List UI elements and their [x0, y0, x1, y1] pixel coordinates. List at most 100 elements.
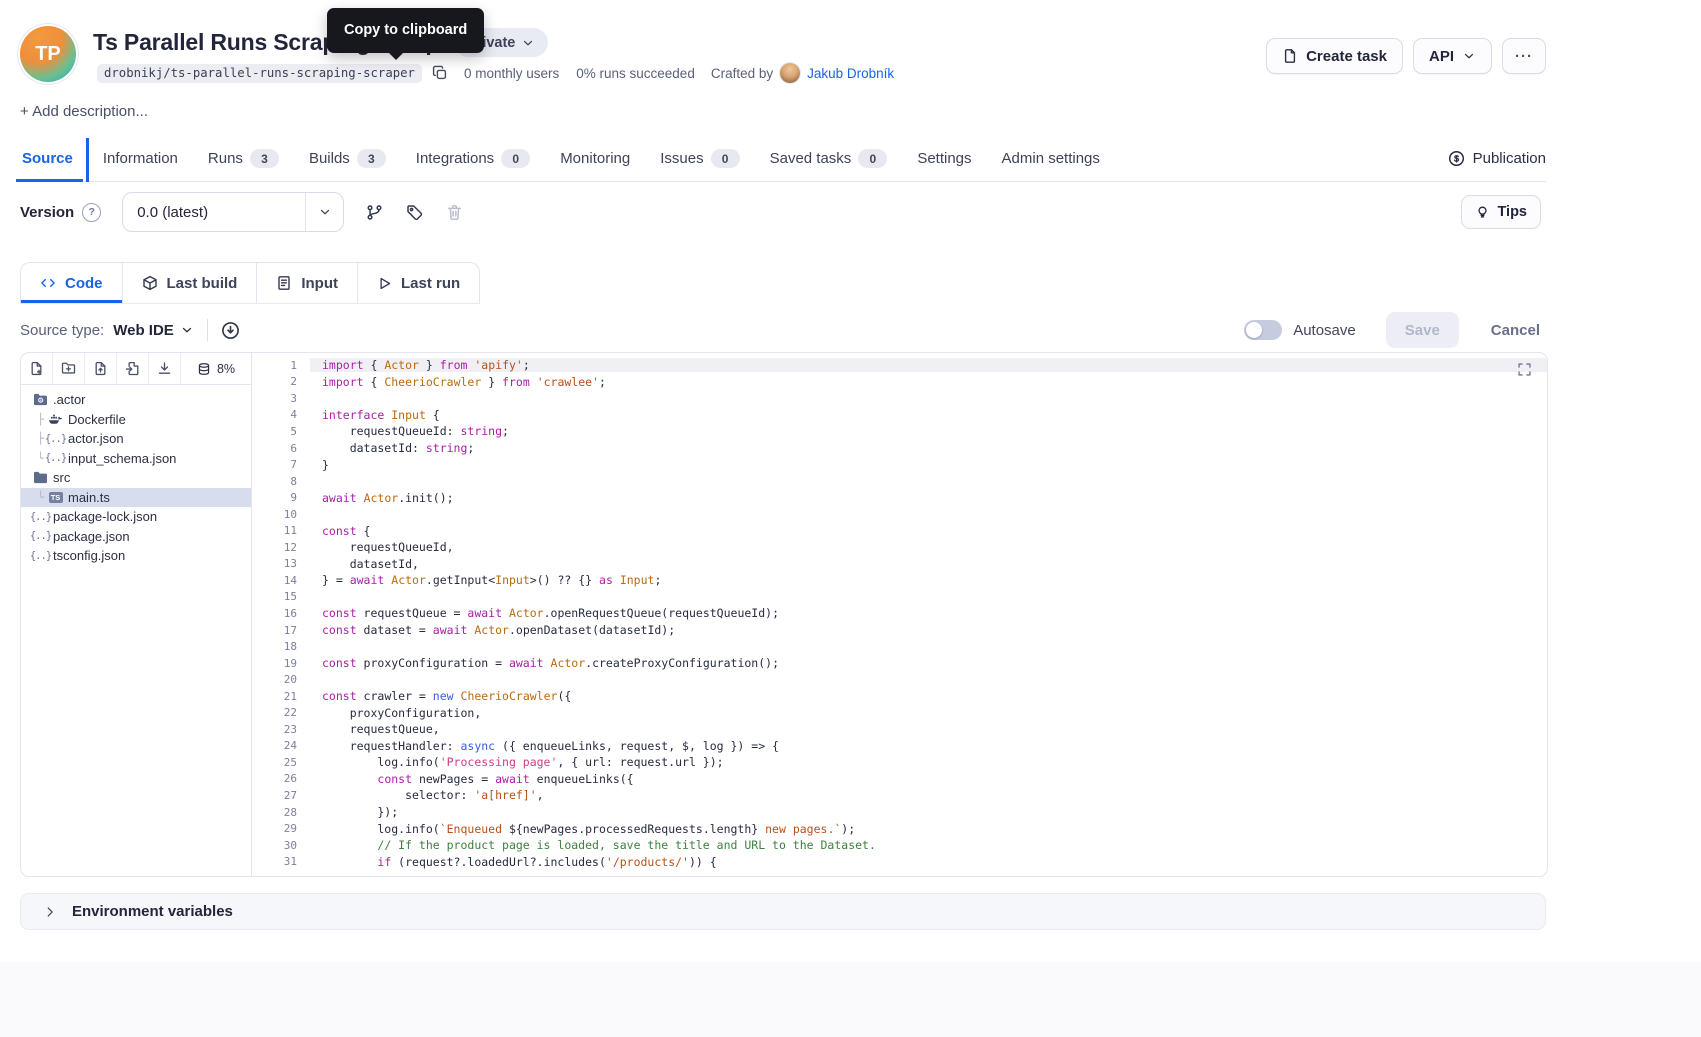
tab-integrations[interactable]: Integrations0 — [414, 136, 532, 181]
code-line-28[interactable]: 28 }); — [252, 804, 1547, 821]
code-line-12[interactable]: 12 requestQueueId, — [252, 539, 1547, 556]
view-tab-code[interactable]: Code — [21, 263, 123, 303]
code-line-2[interactable]: 2import { CheerioCrawler } from 'crawlee… — [252, 374, 1547, 391]
code-line-31[interactable]: 31 if (request?.loadedUrl?.includes('/pr… — [252, 853, 1547, 870]
view-tab-label: Last build — [167, 275, 238, 292]
autosave-toggle[interactable] — [1244, 320, 1282, 340]
code-line-9[interactable]: 9await Actor.init(); — [252, 489, 1547, 506]
view-tab-last-run[interactable]: Last run — [358, 263, 479, 303]
author-link[interactable]: Jakub Drobník — [807, 66, 894, 81]
tab-publication[interactable]: $ Publication — [1448, 136, 1546, 181]
repo-path[interactable]: drobnikj/ts-parallel-runs-scraping-scrap… — [97, 64, 422, 83]
code-line-5[interactable]: 5 requestQueueId: string; — [252, 423, 1547, 440]
code-line-content: const crawler = new CheerioCrawler({ — [310, 689, 1547, 703]
line-number: 17 — [252, 624, 310, 637]
code-icon — [40, 275, 56, 291]
code-line-19[interactable]: 19const proxyConfiguration = await Actor… — [252, 655, 1547, 672]
code-line-13[interactable]: 13 datasetId, — [252, 556, 1547, 573]
help-icon[interactable] — [82, 203, 101, 222]
code-line-15[interactable]: 15 — [252, 589, 1547, 606]
save-button[interactable]: Save — [1386, 312, 1459, 348]
code-editor-panel: 8% .actor├Dockerfile├{..}actor.json└{..}… — [20, 352, 1548, 877]
import-file-icon — [125, 361, 140, 376]
package-icon — [142, 275, 158, 291]
code-line-23[interactable]: 23 requestQueue, — [252, 721, 1547, 738]
tree-item-actor-json[interactable]: ├{..}actor.json — [21, 429, 251, 449]
tree-item-package-json[interactable]: {..}package.json — [21, 527, 251, 547]
tree-item-tsconfig-json[interactable]: {..}tsconfig.json — [21, 546, 251, 566]
tree-item-actor[interactable]: .actor — [21, 390, 251, 410]
import-file-button[interactable] — [117, 353, 149, 384]
code-line-27[interactable]: 27 selector: 'a[href]', — [252, 787, 1547, 804]
code-line-1[interactable]: 1import { Actor } from 'apify'; — [252, 357, 1547, 374]
code-line-4[interactable]: 4interface Input { — [252, 407, 1547, 424]
code-line-6[interactable]: 6 datasetId: string; — [252, 440, 1547, 457]
tree-item-package-lock-json[interactable]: {..}package-lock.json — [21, 507, 251, 527]
code-line-3[interactable]: 3 — [252, 390, 1547, 407]
code-line-14[interactable]: 14} = await Actor.getInput<Input>() ?? {… — [252, 572, 1547, 589]
code-line-29[interactable]: 29 log.info(`Enqueued ${newPages.process… — [252, 820, 1547, 837]
code-line-11[interactable]: 11const { — [252, 522, 1547, 539]
tree-item-label: tsconfig.json — [53, 548, 125, 563]
source-type-select[interactable]: Web IDE — [113, 322, 194, 339]
code-line-21[interactable]: 21const crawler = new CheerioCrawler({ — [252, 688, 1547, 705]
code-line-17[interactable]: 17const dataset = await Actor.openDatase… — [252, 622, 1547, 639]
tab-monitoring[interactable]: Monitoring — [558, 136, 632, 181]
tree-item-input-schema-json[interactable]: └{..}input_schema.json — [21, 449, 251, 469]
tab-runs[interactable]: Runs3 — [206, 136, 281, 181]
tree-item-label: actor.json — [68, 431, 124, 446]
tree-item-src[interactable]: src — [21, 468, 251, 488]
new-folder-button[interactable] — [53, 353, 85, 384]
footer-band — [0, 962, 1701, 1037]
code-line-7[interactable]: 7} — [252, 456, 1547, 473]
download-circle-icon[interactable] — [221, 321, 240, 340]
code-line-10[interactable]: 10 — [252, 506, 1547, 523]
code-line-22[interactable]: 22 proxyConfiguration, — [252, 704, 1547, 721]
version-select[interactable]: 0.0 (latest) — [122, 192, 344, 232]
line-number: 30 — [252, 839, 310, 852]
copy-icon[interactable] — [432, 65, 448, 81]
crafted-by: Crafted by Jakub Drobník — [711, 63, 894, 83]
more-button[interactable]: ··· — [1502, 38, 1546, 74]
code-line-25[interactable]: 25 log.info('Processing page', { url: re… — [252, 754, 1547, 771]
upload-file-button[interactable] — [85, 353, 117, 384]
create-task-button[interactable]: Create task — [1266, 38, 1403, 74]
code-line-26[interactable]: 26 const newPages = await enqueueLinks({ — [252, 771, 1547, 788]
fullscreen-icon[interactable] — [1517, 362, 1532, 377]
tree-item-main-ts[interactable]: └TSmain.ts — [21, 488, 251, 508]
tag-icon[interactable] — [406, 204, 423, 221]
code-line-24[interactable]: 24 requestHandler: async ({ enqueueLinks… — [252, 738, 1547, 755]
tab-source[interactable]: Source — [20, 136, 75, 181]
tree-item-label: src — [53, 470, 70, 485]
view-tab-input[interactable]: Input — [257, 263, 358, 303]
json-file-icon: {..} — [31, 530, 50, 542]
tab-issues[interactable]: Issues0 — [658, 136, 741, 181]
environment-variables-section[interactable]: Environment variables — [20, 893, 1546, 930]
view-tab-last-build[interactable]: Last build — [123, 263, 258, 303]
trash-icon[interactable] — [446, 204, 463, 221]
code-line-30[interactable]: 30 // If the product page is loaded, sav… — [252, 837, 1547, 854]
cancel-button[interactable]: Cancel — [1485, 321, 1546, 340]
code-pane[interactable]: 1import { Actor } from 'apify';2import {… — [252, 353, 1547, 876]
tree-item-dockerfile[interactable]: ├Dockerfile — [21, 410, 251, 430]
code-line-20[interactable]: 20 — [252, 671, 1547, 688]
tips-button[interactable]: Tips — [1461, 195, 1541, 229]
tab-admin-settings[interactable]: Admin settings — [1000, 136, 1102, 181]
download-button[interactable] — [149, 353, 181, 384]
tab-builds[interactable]: Builds3 — [307, 136, 388, 181]
line-number: 25 — [252, 756, 310, 769]
code-line-8[interactable]: 8 — [252, 473, 1547, 490]
tab-settings[interactable]: Settings — [915, 136, 973, 181]
tab-information[interactable]: Information — [101, 136, 180, 181]
code-line-16[interactable]: 16const requestQueue = await Actor.openR… — [252, 605, 1547, 622]
new-file-button[interactable] — [21, 353, 53, 384]
code-line-18[interactable]: 18 — [252, 638, 1547, 655]
tab-label: Integrations — [416, 150, 494, 167]
chevron-down-icon — [180, 323, 194, 337]
add-description-link[interactable]: + Add description... — [20, 103, 148, 120]
storage-percentage: 8% — [217, 362, 235, 376]
code-line-content: await Actor.init(); — [310, 491, 1547, 505]
api-button[interactable]: API — [1413, 38, 1492, 74]
tab-saved-tasks[interactable]: Saved tasks0 — [768, 136, 890, 181]
git-branch-icon[interactable] — [366, 204, 383, 221]
